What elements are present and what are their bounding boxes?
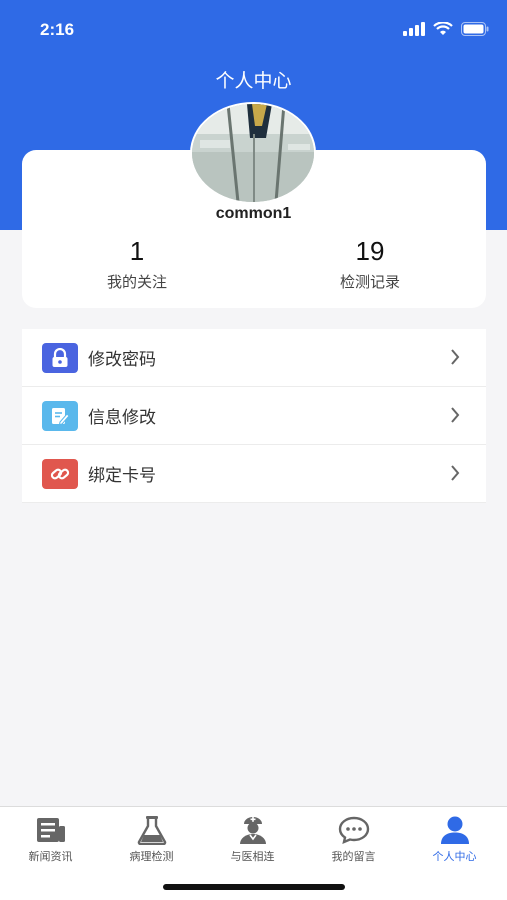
menu-list: 修改密码 信息修改 绑定卡号 (22, 329, 486, 503)
page-title: 个人中心 (215, 70, 292, 92)
avatar[interactable] (192, 104, 314, 202)
menu-item-label: 修改密码 (88, 350, 156, 370)
tab-label: 我的留言 (331, 850, 376, 863)
edit-icon (42, 400, 78, 431)
home-indicator[interactable] (163, 884, 345, 890)
username: common1 (215, 205, 292, 222)
tab-label: 与医相连 (230, 850, 275, 863)
stat-following[interactable]: 1 我的关注 (37, 236, 237, 292)
chevron-right-icon (451, 407, 460, 423)
tab-label: 病理检测 (129, 850, 174, 863)
stat-label: 我的关注 (106, 273, 167, 291)
chevron-right-icon (451, 465, 460, 481)
status-bar: 2:16 (0, 0, 507, 60)
chat-icon (303, 815, 404, 845)
tab-messages[interactable]: 我的留言 (303, 815, 404, 864)
menu-item-label: 绑定卡号 (88, 466, 156, 486)
stat-label: 检测记录 (339, 273, 400, 291)
stat-value: 19 (355, 236, 385, 266)
menu-item-label: 信息修改 (88, 408, 156, 428)
stat-value: 1 (129, 236, 145, 266)
tab-doctor[interactable]: 与医相连 (202, 815, 303, 864)
status-icons (403, 22, 489, 36)
doctor-icon (202, 815, 303, 845)
tab-label: 个人中心 (432, 850, 477, 863)
status-time: 2:16 (40, 20, 75, 39)
menu-item-edit-info[interactable]: 信息修改 (22, 387, 486, 445)
flask-icon (101, 815, 202, 845)
tab-pathology[interactable]: 病理检测 (101, 815, 202, 864)
menu-item-change-password[interactable]: 修改密码 (22, 329, 486, 387)
chevron-right-icon (451, 349, 460, 365)
link-icon (42, 458, 78, 489)
stat-records[interactable]: 19 检测记录 (270, 236, 470, 292)
news-icon (0, 815, 101, 845)
tab-label: 新闻资讯 (28, 850, 73, 863)
menu-item-bind-card[interactable]: 绑定卡号 (22, 445, 486, 503)
wifi-icon (433, 22, 453, 35)
tab-news[interactable]: 新闻资讯 (0, 815, 101, 864)
signal-icon (403, 22, 425, 36)
lock-icon (42, 342, 78, 373)
tab-profile[interactable]: 个人中心 (404, 815, 505, 864)
battery-icon (461, 22, 489, 36)
user-icon (404, 815, 505, 845)
